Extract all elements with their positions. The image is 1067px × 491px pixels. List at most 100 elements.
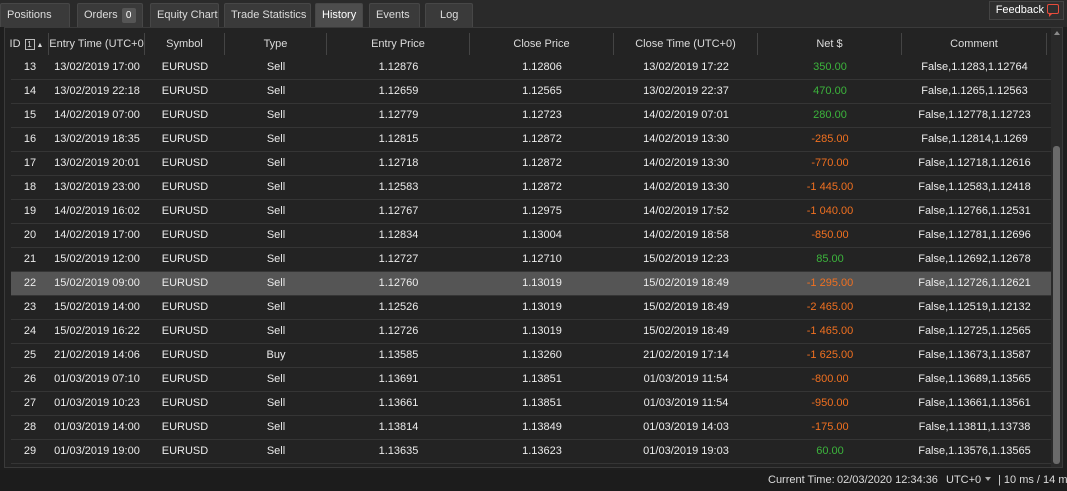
cell-comment: False,1.13576,1.13565 [918, 445, 1031, 457]
cell-entry-time: 15/02/2019 09:00 [54, 277, 140, 289]
cell-close-price: 1.12565 [522, 85, 562, 97]
sort-priority-badge: 1 [24, 39, 35, 50]
table-row[interactable]: 27 01/03/2019 10:23 EURUSD Sell 1.13661 1.138… [11, 392, 1051, 416]
column-header-close-price[interactable]: Close Price [470, 33, 614, 55]
history-panel: ID 1 ▲ Entry Time (UTC+0 Symbol Type Entry… [4, 27, 1063, 468]
cell-close-time: 13/02/2019 17:22 [643, 61, 729, 73]
cell-entry-price: 1.12726 [378, 325, 419, 337]
chevron-down-icon [985, 477, 992, 481]
cell-net: -800.00 [811, 373, 849, 385]
timezone-selector[interactable]: UTC+0 [946, 474, 992, 486]
column-header-entry-price[interactable]: Entry Price [327, 33, 470, 55]
table-row[interactable]: 17 13/02/2019 20:01 EURUSD Sell 1.12718 1.128… [11, 152, 1051, 176]
cell-close-time: 01/03/2019 14:03 [643, 421, 729, 433]
cell-entry-price: 1.12834 [378, 229, 419, 241]
cell-close-time: 01/03/2019 11:54 [643, 373, 729, 385]
cell-symbol: EURUSD [161, 325, 209, 337]
tab-label: Trade Statistics [231, 9, 307, 21]
feedback-button[interactable]: Feedback [988, 1, 1064, 20]
vertical-scrollbar[interactable] [1051, 28, 1062, 467]
cell-type: Sell [266, 277, 286, 289]
cell-symbol: EURUSD [161, 61, 209, 73]
tab-events[interactable]: Events [369, 3, 420, 27]
table-row[interactable]: 19 14/02/2019 16:02 EURUSD Sell 1.12767 1.129… [11, 200, 1051, 224]
cell-symbol: EURUSD [161, 397, 209, 409]
cell-net: 350.00 [813, 61, 847, 73]
cell-symbol: EURUSD [161, 229, 209, 241]
cell-close-price: 1.13260 [522, 349, 562, 361]
cell-close-time: 14/02/2019 13:30 [643, 181, 729, 193]
cell-net: 470.00 [813, 85, 847, 97]
timezone-value: UTC+0 [946, 474, 982, 486]
tab-label: Log [440, 9, 459, 21]
tab-orders[interactable]: Orders 0 [77, 3, 143, 27]
table-row[interactable]: 20 14/02/2019 17:00 EURUSD Sell 1.12834 1.130… [11, 224, 1051, 248]
cell-symbol: EURUSD [161, 301, 209, 313]
cell-id: 27 [23, 397, 37, 409]
scroll-up-arrow-icon[interactable] [1054, 31, 1060, 35]
cell-close-time: 01/03/2019 19:03 [643, 445, 729, 457]
table-row[interactable]: 22 15/02/2019 09:00 EURUSD Sell 1.12760 1.130… [11, 272, 1051, 296]
current-time-value: 02/03/2020 12:34:36 [837, 474, 938, 486]
cell-type: Sell [266, 85, 286, 97]
cell-entry-price: 1.12727 [378, 253, 419, 265]
table-row[interactable]: 21 15/02/2019 12:00 EURUSD Sell 1.12727 1.127… [11, 248, 1051, 272]
cell-type: Sell [266, 229, 286, 241]
speech-bubble-icon [1047, 4, 1059, 17]
table-row[interactable]: 25 21/02/2019 14:06 EURUSD Buy 1.13585 1.1326… [11, 344, 1051, 368]
tab-positions[interactable]: Positions0 [0, 3, 70, 46]
cell-entry-price: 1.12526 [378, 301, 419, 313]
cell-entry-time: 15/02/2019 12:00 [54, 253, 140, 265]
tab-trade-statistics[interactable]: Trade Statistics [224, 3, 311, 27]
cell-close-time: 15/02/2019 18:49 [643, 325, 729, 337]
column-header-net[interactable]: Net $ [758, 33, 902, 55]
cell-comment: False,1.12718,1.12616 [918, 157, 1031, 169]
cell-symbol: EURUSD [161, 349, 209, 361]
cell-entry-time: 13/02/2019 23:00 [54, 181, 140, 193]
cell-entry-price: 1.13691 [378, 373, 419, 385]
status-bar: Current Time: 02/03/2020 12:34:36 UTC+0 … [0, 470, 1067, 491]
cell-comment: False,1.13661,1.13561 [918, 397, 1031, 409]
tab-history[interactable]: History [315, 3, 363, 27]
cell-close-price: 1.13623 [522, 445, 562, 457]
cell-id: 20 [23, 229, 37, 241]
column-header-entry-time[interactable]: Entry Time (UTC+0 [49, 33, 145, 55]
cell-entry-price: 1.12876 [378, 61, 419, 73]
cell-comment: False,1.12692,1.12678 [918, 253, 1031, 265]
cell-net: -175.00 [811, 421, 849, 433]
column-header-close-time[interactable]: Close Time (UTC+0) [614, 33, 758, 55]
table-row[interactable]: 13 13/02/2019 17:00 EURUSD Sell 1.12876 1.128… [11, 56, 1051, 80]
cell-entry-time: 14/02/2019 16:02 [54, 205, 140, 217]
cell-comment: False,1.12583,1.12418 [918, 181, 1031, 193]
table-row[interactable]: 16 13/02/2019 18:35 EURUSD Sell 1.12815 1.128… [11, 128, 1051, 152]
table-row[interactable]: 14 13/02/2019 22:18 EURUSD Sell 1.12659 1.125… [11, 80, 1051, 104]
cell-type: Sell [266, 157, 286, 169]
cell-symbol: EURUSD [161, 445, 209, 457]
table-row[interactable]: 18 13/02/2019 23:00 EURUSD Sell 1.12583 1.128… [11, 176, 1051, 200]
cell-close-price: 1.13019 [522, 277, 562, 289]
column-header-symbol[interactable]: Symbol [145, 33, 225, 55]
tab-log[interactable]: Log [425, 3, 473, 27]
column-header-type[interactable]: Type [225, 33, 327, 55]
cell-id: 13 [23, 61, 37, 73]
cell-entry-time: 01/03/2019 19:00 [54, 445, 140, 457]
cell-net: -2 465.00 [806, 301, 854, 313]
table-row[interactable]: 24 15/02/2019 16:22 EURUSD Sell 1.12726 1.130… [11, 320, 1051, 344]
column-header-id[interactable]: ID 1 ▲ [5, 33, 49, 55]
table-row[interactable]: 29 01/03/2019 19:00 EURUSD Sell 1.13635 1.136… [11, 440, 1051, 464]
cell-id: 23 [23, 301, 37, 313]
history-table-body: 13 13/02/2019 17:00 EURUSD Sell 1.12876 1.128… [11, 56, 1051, 464]
cell-close-price: 1.12723 [522, 109, 562, 121]
column-header-comment[interactable]: Comment [902, 33, 1047, 55]
table-row[interactable]: 15 14/02/2019 07:00 EURUSD Sell 1.12779 1.127… [11, 104, 1051, 128]
latency-indicator: | 10 ms / 14 m [998, 474, 1067, 486]
table-row[interactable]: 28 01/03/2019 14:00 EURUSD Sell 1.13814 1.138… [11, 416, 1051, 440]
cell-net: -1 445.00 [806, 181, 854, 193]
cell-type: Sell [266, 397, 286, 409]
table-row[interactable]: 26 01/03/2019 07:10 EURUSD Sell 1.13691 1.138… [11, 368, 1051, 392]
cell-type: Sell [266, 205, 286, 217]
scrollbar-thumb[interactable] [1053, 146, 1060, 464]
table-row[interactable]: 23 15/02/2019 14:00 EURUSD Sell 1.12526 1.130… [11, 296, 1051, 320]
cell-type: Sell [266, 373, 286, 385]
tab-equity-chart[interactable]: Equity Chart [150, 3, 219, 27]
